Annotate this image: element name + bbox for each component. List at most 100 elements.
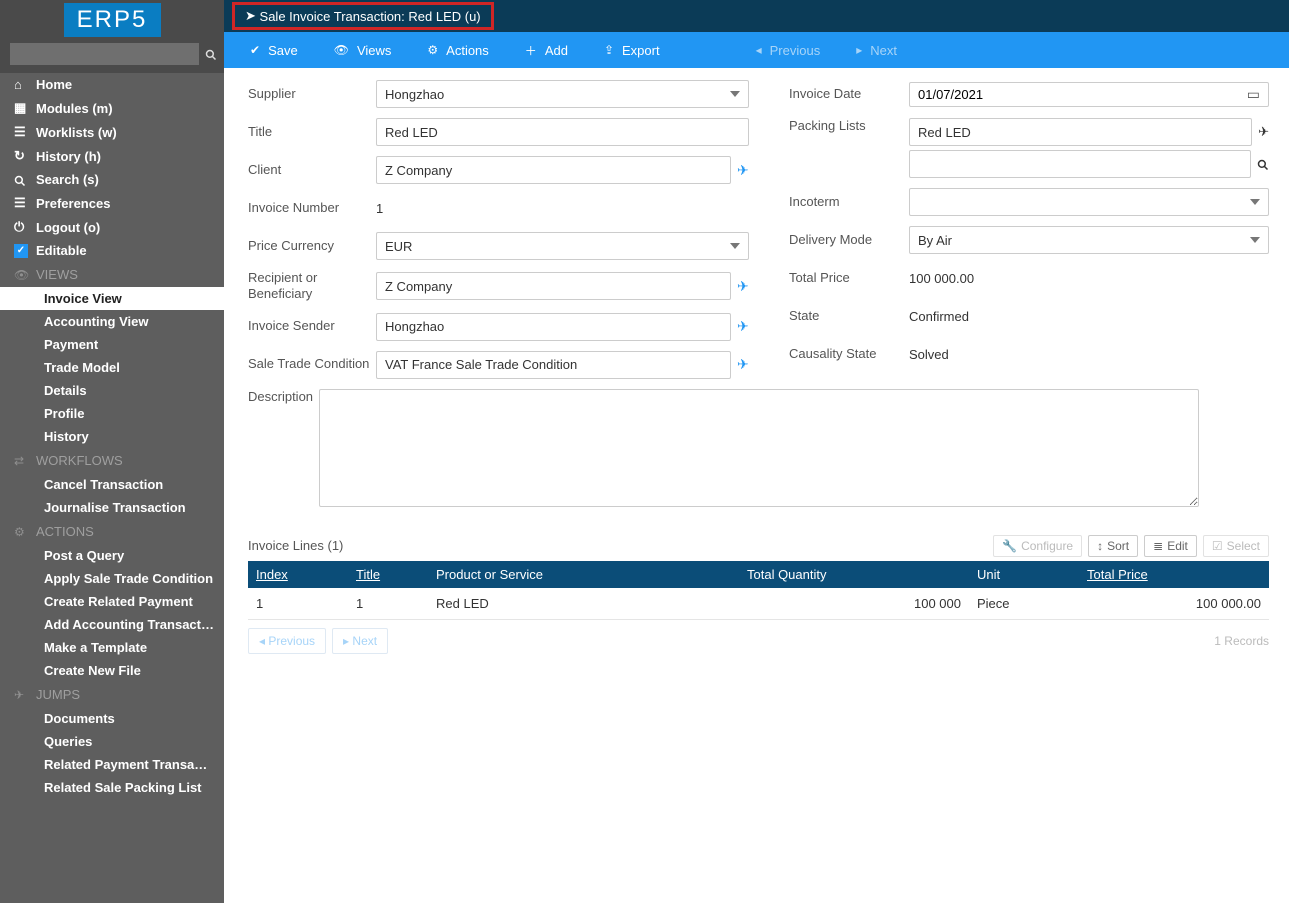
- plane-icon: ✈: [14, 688, 36, 702]
- view-trade-model[interactable]: Trade Model: [0, 356, 224, 379]
- sidebar: ERP5 ⌂Home ▦Modules (m) ☰Worklists (w) ↻…: [0, 0, 224, 903]
- nav-search[interactable]: Search (s): [0, 168, 224, 191]
- wf-journalise-transaction[interactable]: Journalise Transaction: [0, 496, 224, 519]
- form-right-column: Invoice Date ▭ Packing Lists ✈: [789, 80, 1269, 378]
- col-index[interactable]: Index: [248, 561, 348, 588]
- col-product[interactable]: Product or Service: [428, 561, 739, 588]
- price-currency-select[interactable]: EUR: [376, 232, 749, 260]
- export-icon: ⇪: [604, 43, 614, 57]
- table-row[interactable]: 1 1 Red LED 100 000 Piece 100 000.00: [248, 588, 1269, 620]
- label-recipient: Recipient or Beneficiary: [248, 270, 376, 303]
- nav-preferences[interactable]: ☰Preferences: [0, 191, 224, 215]
- check-icon[interactable]: ✓: [14, 244, 28, 258]
- nav-logout[interactable]: ⏻Logout (o): [0, 215, 224, 239]
- plane-icon[interactable]: ✈: [737, 278, 749, 295]
- nav-worklists[interactable]: ☰Worklists (w): [0, 120, 224, 144]
- select-button[interactable]: ☑Select: [1203, 535, 1269, 557]
- titlebar: ➤ Sale Invoice Transaction: Red LED (u): [224, 0, 1289, 32]
- ac-add-accounting-line[interactable]: Add Accounting Transaction L...: [0, 613, 224, 636]
- ac-apply-sale-trade[interactable]: Apply Sale Trade Condition: [0, 567, 224, 590]
- cogs-icon: ⚙: [14, 525, 36, 539]
- plane-icon[interactable]: ✈: [1258, 124, 1269, 140]
- view-payment[interactable]: Payment: [0, 333, 224, 356]
- search-icon[interactable]: [1257, 157, 1269, 172]
- plane-icon[interactable]: ✈: [737, 318, 749, 335]
- chevron-left-icon: ◂: [756, 43, 762, 57]
- label-invoice-date: Invoice Date: [789, 86, 909, 102]
- workflows-list: Cancel Transaction Journalise Transactio…: [0, 473, 224, 519]
- title-input[interactable]: [376, 118, 749, 146]
- recipient-input[interactable]: [376, 272, 731, 300]
- label-client: Client: [248, 162, 376, 178]
- views-button[interactable]: 👁Views: [316, 43, 410, 58]
- search-icon[interactable]: [199, 46, 217, 63]
- section-jumps: ✈JUMPS: [0, 682, 224, 707]
- state-value: Confirmed: [909, 305, 969, 328]
- chevron-down-icon: [730, 243, 740, 249]
- nav-history[interactable]: ↻History (h): [0, 144, 224, 168]
- ac-post-query[interactable]: Post a Query: [0, 544, 224, 567]
- delivery-mode-select[interactable]: By Air: [909, 226, 1269, 254]
- incoterm-select[interactable]: [909, 188, 1269, 216]
- jump-related-packing-list[interactable]: Related Sale Packing List: [0, 776, 224, 799]
- view-history[interactable]: History: [0, 425, 224, 448]
- wf-cancel-transaction[interactable]: Cancel Transaction: [0, 473, 224, 496]
- col-title[interactable]: Title: [348, 561, 428, 588]
- client-input[interactable]: [376, 156, 731, 184]
- cell-index: 1: [248, 588, 348, 620]
- sort-button[interactable]: ↕Sort: [1088, 535, 1138, 557]
- nav-modules[interactable]: ▦Modules (m): [0, 96, 224, 120]
- invoice-date-input[interactable]: ▭: [909, 82, 1269, 107]
- description-textarea[interactable]: [319, 389, 1199, 507]
- view-accounting-view[interactable]: Accounting View: [0, 310, 224, 333]
- view-invoice-view[interactable]: Invoice View: [0, 287, 224, 310]
- main: ➤ Sale Invoice Transaction: Red LED (u) …: [224, 0, 1289, 903]
- actions-button[interactable]: ⚙Actions: [409, 43, 506, 58]
- plane-icon[interactable]: ✈: [737, 162, 749, 179]
- nav-main: ⌂Home ▦Modules (m) ☰Worklists (w) ↻Histo…: [0, 73, 224, 262]
- supplier-select[interactable]: Hongzhao: [376, 80, 749, 108]
- col-price[interactable]: Total Price: [1079, 561, 1269, 588]
- section-actions: ⚙ACTIONS: [0, 519, 224, 544]
- invoice-date-field[interactable]: [918, 87, 1247, 102]
- save-button[interactable]: ✔Save: [232, 43, 316, 58]
- cell-price: 100 000.00: [1079, 588, 1269, 620]
- breadcrumb[interactable]: ➤ Sale Invoice Transaction: Red LED (u): [232, 2, 494, 30]
- pager-next[interactable]: ▸ Next: [332, 628, 388, 654]
- sale-trade-input[interactable]: [376, 351, 731, 379]
- view-details[interactable]: Details: [0, 379, 224, 402]
- ac-make-template[interactable]: Make a Template: [0, 636, 224, 659]
- calendar-icon[interactable]: ▭: [1247, 86, 1260, 103]
- ac-create-related-payment[interactable]: Create Related Payment: [0, 590, 224, 613]
- search-input[interactable]: [10, 43, 199, 65]
- logo-wrap: ERP5: [0, 0, 224, 37]
- packing-list-input-2[interactable]: [909, 150, 1251, 178]
- col-unit[interactable]: Unit: [969, 561, 1079, 588]
- pager: ◂ Previous ▸ Next 1 Records: [248, 628, 1269, 654]
- label-invoice-sender: Invoice Sender: [248, 318, 376, 334]
- jump-related-payment[interactable]: Related Payment Transaction: [0, 753, 224, 776]
- configure-button[interactable]: 🔧Configure: [993, 535, 1082, 557]
- packing-list-input-1[interactable]: [909, 118, 1252, 146]
- col-qty[interactable]: Total Quantity: [739, 561, 969, 588]
- next-button[interactable]: ▸Next: [838, 43, 915, 58]
- add-button[interactable]: ＋Add: [507, 42, 586, 59]
- invoice-number-value: 1: [376, 197, 383, 220]
- edit-button[interactable]: ≣Edit: [1144, 535, 1197, 557]
- pager-previous[interactable]: ◂ Previous: [248, 628, 326, 654]
- label-total-price: Total Price: [789, 270, 909, 286]
- nav-editable[interactable]: ✓Editable: [0, 239, 224, 262]
- label-price-currency: Price Currency: [248, 238, 376, 254]
- view-profile[interactable]: Profile: [0, 402, 224, 425]
- jump-documents[interactable]: Documents: [0, 707, 224, 730]
- export-button[interactable]: ⇪Export: [586, 43, 678, 58]
- nav-home[interactable]: ⌂Home: [0, 73, 224, 96]
- label-title: Title: [248, 124, 376, 140]
- wrench-icon: 🔧: [1002, 539, 1017, 553]
- ac-create-new-file[interactable]: Create New File: [0, 659, 224, 682]
- previous-button[interactable]: ◂Previous: [738, 43, 839, 58]
- jump-queries[interactable]: Queries: [0, 730, 224, 753]
- invoice-sender-input[interactable]: [376, 313, 731, 341]
- table-title: Invoice Lines (1): [248, 538, 343, 553]
- plane-icon[interactable]: ✈: [737, 356, 749, 373]
